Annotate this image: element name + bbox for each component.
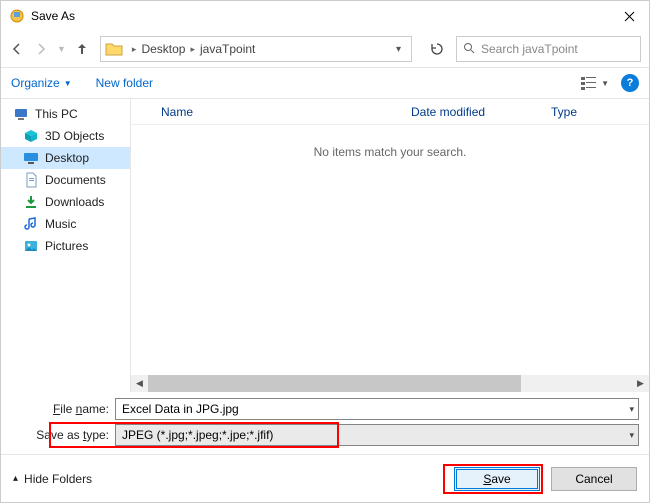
- document-icon: [23, 172, 39, 188]
- organize-menu[interactable]: Organize ▼: [11, 76, 72, 90]
- sidebar-item-label: This PC: [35, 107, 78, 121]
- save-highlight: Save: [443, 464, 543, 494]
- scroll-left-button[interactable]: ◀: [131, 375, 148, 392]
- chevron-down-icon: ▼: [64, 79, 72, 88]
- chevron-right-icon: ▸: [187, 44, 198, 55]
- sidebar-item-this-pc[interactable]: This PC: [1, 103, 130, 125]
- cube-icon: [23, 128, 39, 144]
- sidebar: This PC 3D Objects Desktop Documents Dow…: [1, 99, 131, 392]
- sidebar-item-label: 3D Objects: [45, 129, 104, 143]
- address-bar[interactable]: ▸ Desktop ▸ javaTpoint ▾: [100, 36, 412, 62]
- empty-message: No items match your search.: [131, 125, 649, 159]
- window-title: Save As: [31, 9, 609, 23]
- form-zone: File name: Excel Data in JPG.jpg ▾ .form…: [1, 392, 649, 454]
- pc-icon: [13, 106, 29, 122]
- cancel-button[interactable]: Cancel: [551, 467, 637, 491]
- navbar: ▼ ▸ Desktop ▸ javaTpoint ▾ Search javaTp…: [1, 31, 649, 67]
- column-name[interactable]: Name: [161, 105, 411, 119]
- column-date-modified[interactable]: Date modified: [411, 105, 551, 119]
- chevron-down-icon: ▼: [601, 79, 609, 88]
- address-dropdown[interactable]: ▾: [390, 44, 407, 55]
- nav-up-button[interactable]: [74, 41, 90, 57]
- save-as-type-row: Save as type: JPEG (*.jpg;*.jpeg;*.jpe;*…: [11, 424, 639, 446]
- filename-value: Excel Data in JPG.jpg: [122, 402, 239, 416]
- body: This PC 3D Objects Desktop Documents Dow…: [1, 99, 649, 392]
- nav-recent-dropdown[interactable]: ▼: [57, 44, 66, 54]
- footer: ▴ Hide Folders Save Cancel: [1, 454, 649, 502]
- refresh-button[interactable]: [422, 36, 452, 62]
- save-label: Save: [483, 472, 510, 486]
- search-icon: [463, 42, 475, 57]
- close-button[interactable]: [609, 1, 649, 31]
- save-button[interactable]: Save: [454, 467, 540, 491]
- pictures-icon: [23, 238, 39, 254]
- hide-folders-label: Hide Folders: [24, 472, 92, 486]
- sidebar-item-label: Documents: [45, 173, 106, 187]
- hide-folders-button[interactable]: ▴ Hide Folders: [13, 472, 92, 486]
- sidebar-item-label: Pictures: [45, 239, 88, 253]
- chevron-down-icon[interactable]: ▾: [629, 404, 634, 415]
- sidebar-item-label: Music: [45, 217, 76, 231]
- desktop-icon: [23, 150, 39, 166]
- save-as-type-value: JPEG (*.jpg;*.jpeg;*.jpe;*.jfif): [122, 428, 273, 442]
- download-icon: [23, 194, 39, 210]
- column-type[interactable]: Type: [551, 105, 649, 119]
- sidebar-item-documents[interactable]: Documents: [1, 169, 130, 191]
- new-folder-button[interactable]: New folder: [96, 76, 153, 90]
- folder-icon: [105, 40, 123, 58]
- filename-input[interactable]: Excel Data in JPG.jpg ▾: [115, 398, 639, 420]
- sidebar-item-label: Desktop: [45, 151, 89, 165]
- titlebar: Save As: [1, 1, 649, 31]
- filename-label: File name:: [11, 402, 115, 416]
- app-icon: [9, 8, 25, 24]
- organize-label: Organize: [11, 76, 60, 90]
- chevron-up-icon: ▴: [13, 473, 18, 484]
- sidebar-item-downloads[interactable]: Downloads: [1, 191, 130, 213]
- nav-forward-button[interactable]: [33, 41, 49, 57]
- chevron-down-icon[interactable]: ▾: [629, 430, 634, 441]
- nav-back-button[interactable]: [9, 41, 25, 57]
- search-placeholder: Search javaTpoint: [481, 42, 578, 56]
- sidebar-item-music[interactable]: Music: [1, 213, 130, 235]
- scroll-right-button[interactable]: ▶: [632, 375, 649, 392]
- search-input[interactable]: Search javaTpoint: [456, 36, 641, 62]
- save-as-type-select[interactable]: JPEG (*.jpg;*.jpeg;*.jpe;*.jfif) ▾: [115, 424, 639, 446]
- view-options-button[interactable]: ▼: [581, 76, 609, 90]
- sidebar-item-3d-objects[interactable]: 3D Objects: [1, 125, 130, 147]
- sidebar-item-pictures[interactable]: Pictures: [1, 235, 130, 257]
- breadcrumb-desktop[interactable]: Desktop: [139, 40, 187, 58]
- scroll-thumb[interactable]: [148, 375, 521, 392]
- sidebar-item-desktop[interactable]: Desktop: [1, 147, 130, 169]
- toolbar: Organize ▼ New folder ▼ ?: [1, 67, 649, 99]
- column-headers: Name Date modified Type: [131, 99, 649, 125]
- horizontal-scrollbar[interactable]: ◀ ▶: [131, 375, 649, 392]
- breadcrumb-folder[interactable]: javaTpoint: [198, 40, 257, 58]
- sidebar-item-label: Downloads: [45, 195, 104, 209]
- save-as-dialog: Save As ▼ ▸ Desktop ▸ javaTpoint ▾ Searc…: [0, 0, 650, 503]
- chevron-right-icon: ▸: [129, 44, 140, 55]
- nav-arrows: ▼: [9, 41, 90, 57]
- save-as-type-label: Save as type:: [11, 428, 115, 442]
- file-list: Name Date modified Type No items match y…: [131, 99, 649, 392]
- music-icon: [23, 216, 39, 232]
- filename-row: File name: Excel Data in JPG.jpg ▾: [11, 398, 639, 420]
- help-button[interactable]: ?: [621, 74, 639, 92]
